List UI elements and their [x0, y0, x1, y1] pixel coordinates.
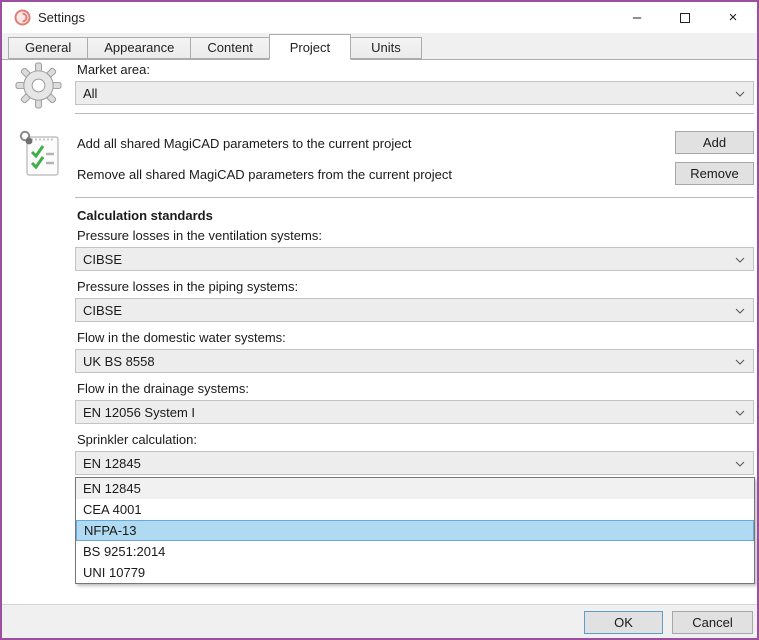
sprinkler-calculation-value: EN 12845 [83, 456, 141, 471]
settings-dialog: Settings – × General Appearance Content … [0, 0, 759, 640]
window-title: Settings [38, 10, 85, 25]
dropdown-option-bs-9251-2014[interactable]: BS 9251:2014 [76, 541, 754, 562]
domestic-water-flow-label: Flow in the domestic water systems: [77, 330, 286, 345]
chevron-down-icon [735, 308, 745, 314]
add-parameters-text: Add all shared MagiCAD parameters to the… [77, 136, 412, 151]
gear-icon [15, 62, 62, 109]
dropdown-option-nfpa-13[interactable]: NFPA-13 [76, 520, 754, 541]
tab-general[interactable]: General [8, 37, 88, 59]
calculation-standards-heading: Calculation standards [77, 208, 213, 223]
domestic-water-flow-select[interactable]: UK BS 8558 [75, 349, 754, 373]
tab-content[interactable]: Content [190, 37, 270, 59]
project-tab-panel: Market area: All Add all shared MagiCAD … [2, 60, 757, 604]
dropdown-option-uni-10779[interactable]: UNI 10779 [76, 562, 754, 583]
drainage-flow-value: EN 12056 System I [83, 405, 195, 420]
chevron-down-icon [735, 91, 745, 97]
chevron-down-icon [735, 257, 745, 263]
dropdown-option-cea-4001[interactable]: CEA 4001 [76, 499, 754, 520]
tab-appearance[interactable]: Appearance [87, 37, 191, 59]
close-icon: × [729, 10, 738, 25]
market-area-select[interactable]: All [75, 81, 754, 105]
chevron-down-icon [735, 461, 745, 467]
remove-parameters-text: Remove all shared MagiCAD parameters fro… [77, 167, 452, 182]
piping-pressure-select[interactable]: CIBSE [75, 298, 754, 322]
drainage-flow-label: Flow in the drainage systems: [77, 381, 249, 396]
dialog-footer: OK Cancel [2, 604, 757, 638]
market-area-value: All [83, 86, 97, 101]
sprinkler-calculation-label: Sprinkler calculation: [77, 432, 197, 447]
ok-button[interactable]: OK [584, 611, 663, 634]
domestic-water-flow-value: UK BS 8558 [83, 354, 155, 369]
sprinkler-dropdown-list: EN 12845 CEA 4001 NFPA-13 BS 9251:2014 U… [75, 477, 755, 584]
magicad-logo-icon [14, 9, 31, 26]
maximize-button[interactable] [661, 2, 709, 33]
maximize-icon [680, 13, 690, 23]
chevron-down-icon [735, 410, 745, 416]
separator [75, 197, 754, 198]
title-bar: Settings – × [2, 2, 757, 33]
piping-pressure-value: CIBSE [83, 303, 122, 318]
dropdown-option-en-12845[interactable]: EN 12845 [76, 478, 754, 499]
chevron-down-icon [735, 359, 745, 365]
remove-button[interactable]: Remove [675, 162, 754, 185]
ventilation-pressure-select[interactable]: CIBSE [75, 247, 754, 271]
piping-pressure-label: Pressure losses in the piping systems: [77, 279, 298, 294]
sprinkler-calculation-select[interactable]: EN 12845 [75, 451, 754, 475]
ventilation-pressure-value: CIBSE [83, 252, 122, 267]
minimize-icon: – [633, 10, 641, 25]
checklist-icon [18, 130, 64, 182]
close-button[interactable]: × [709, 2, 757, 33]
drainage-flow-select[interactable]: EN 12056 System I [75, 400, 754, 424]
market-area-label: Market area: [77, 62, 150, 77]
tab-bar: General Appearance Content Project Units [2, 33, 757, 60]
ventilation-pressure-label: Pressure losses in the ventilation syste… [77, 228, 322, 243]
cancel-button[interactable]: Cancel [672, 611, 753, 634]
separator [75, 113, 754, 114]
minimize-button[interactable]: – [613, 2, 661, 33]
add-button[interactable]: Add [675, 131, 754, 154]
tab-project[interactable]: Project [269, 34, 351, 60]
tab-units[interactable]: Units [350, 37, 422, 59]
